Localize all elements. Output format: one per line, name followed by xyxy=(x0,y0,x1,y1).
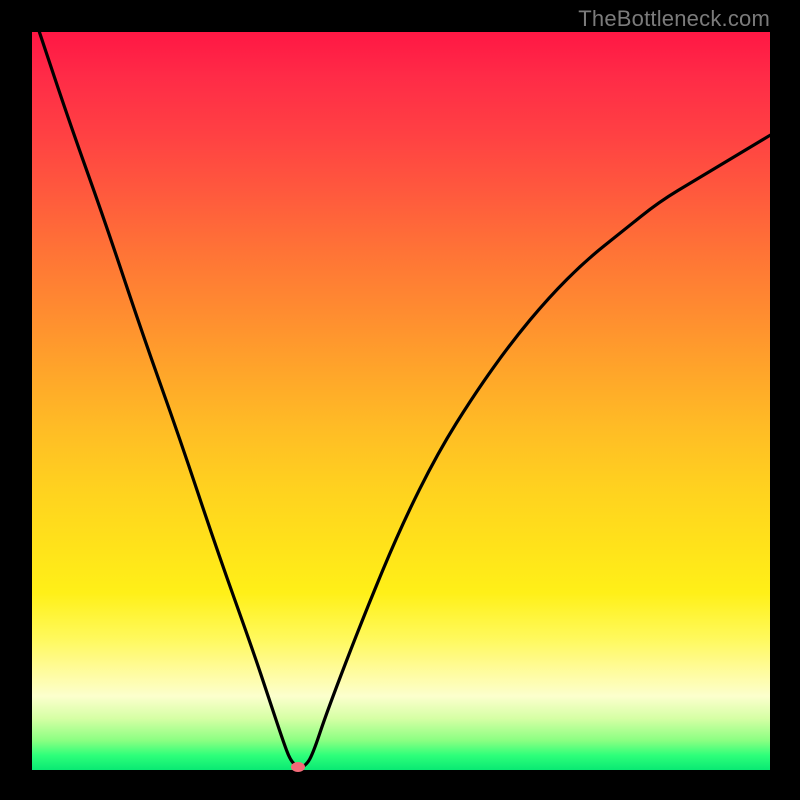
bottleneck-curve xyxy=(32,32,770,770)
chart-frame: TheBottleneck.com xyxy=(0,0,800,800)
watermark-text: TheBottleneck.com xyxy=(578,6,770,32)
curve-path xyxy=(39,32,770,767)
optimum-marker xyxy=(291,762,305,772)
plot-area xyxy=(32,32,770,770)
